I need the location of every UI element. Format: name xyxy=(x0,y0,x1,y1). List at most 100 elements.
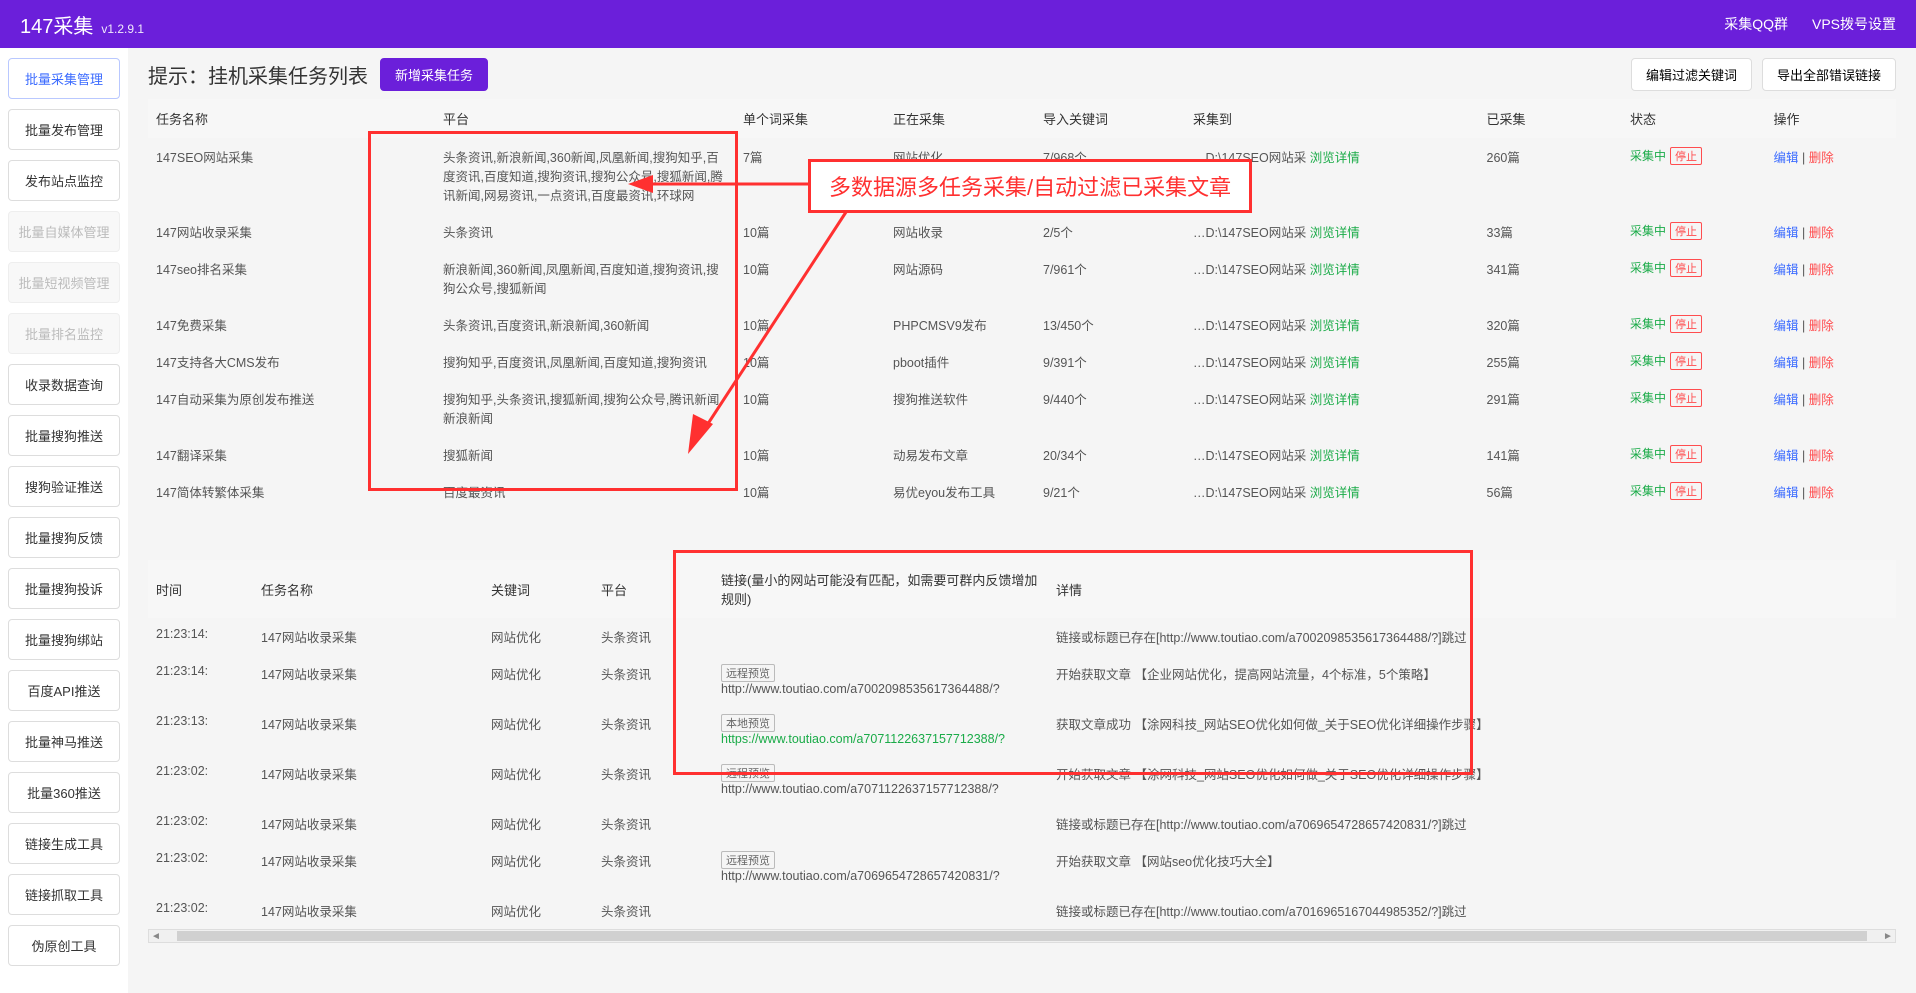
sidebar-item-10[interactable]: 批量搜狗投诉 xyxy=(8,568,120,609)
sidebar-item-6[interactable]: 收录数据查询 xyxy=(8,364,120,405)
header-right: 采集QQ群 VPS拨号设置 xyxy=(1724,14,1896,34)
preview-tag[interactable]: 远程预览 xyxy=(721,764,775,782)
cell-single: 10篇 xyxy=(735,250,885,306)
cell-time: 21:23:02: xyxy=(148,805,253,842)
sidebar-item-15[interactable]: 链接生成工具 xyxy=(8,823,120,864)
edit-link[interactable]: 编辑 xyxy=(1773,393,1798,407)
browse-link[interactable]: 浏览详情 xyxy=(1310,263,1360,277)
col-dest[interactable]: 采集到 xyxy=(1185,99,1479,138)
sidebar-item-9[interactable]: 批量搜狗反馈 xyxy=(8,517,120,558)
col-platform[interactable]: 平台 xyxy=(435,99,735,138)
stop-button[interactable]: 停止 xyxy=(1670,315,1702,333)
delete-link[interactable]: 删除 xyxy=(1809,356,1834,370)
log-url[interactable]: http://www.toutiao.com/a7002098535617364… xyxy=(721,682,1000,696)
cell-time: 21:23:02: xyxy=(148,842,253,892)
browse-link[interactable]: 浏览详情 xyxy=(1310,356,1360,370)
col-collected[interactable]: 已采集 xyxy=(1479,99,1622,138)
stop-button[interactable]: 停止 xyxy=(1670,352,1702,370)
log-col-time[interactable]: 时间 xyxy=(148,560,253,618)
edit-link[interactable]: 编辑 xyxy=(1773,263,1798,277)
sidebar-item-11[interactable]: 批量搜狗绑站 xyxy=(8,619,120,660)
stop-button[interactable]: 停止 xyxy=(1670,222,1702,240)
browse-link[interactable]: 浏览详情 xyxy=(1310,393,1360,407)
cell-keyword: 网站优化 xyxy=(483,755,593,805)
cell-time: 21:23:02: xyxy=(148,755,253,805)
stop-button[interactable]: 停止 xyxy=(1670,147,1702,165)
export-errors-button[interactable]: 导出全部错误链接 xyxy=(1762,58,1896,91)
cell-detail: 链接或标题已存在[http://www.toutiao.com/a7069654… xyxy=(1048,805,1896,842)
sidebar-item-16[interactable]: 链接抓取工具 xyxy=(8,874,120,915)
cell-platform: 搜狗知乎,头条资讯,搜狐新闻,搜狗公众号,腾讯新闻,新浪新闻 xyxy=(435,380,735,436)
col-status[interactable]: 状态 xyxy=(1622,99,1765,138)
edit-link[interactable]: 编辑 xyxy=(1773,486,1798,500)
edit-link[interactable]: 编辑 xyxy=(1773,226,1798,240)
edit-link[interactable]: 编辑 xyxy=(1773,319,1798,333)
log-col-task[interactable]: 任务名称 xyxy=(253,560,483,618)
col-imported[interactable]: 导入关键词 xyxy=(1035,99,1185,138)
log-col-link[interactable]: 链接(量小的网站可能没有匹配，如需要可群内反馈增加规则) xyxy=(713,560,1048,618)
edit-link[interactable]: 编辑 xyxy=(1773,356,1798,370)
browse-link[interactable]: 浏览详情 xyxy=(1310,486,1360,500)
table-row: 147翻译采集搜狐新闻10篇动易发布文章20/34个…D:\147SEO网站采 … xyxy=(148,436,1896,473)
cell-dest: …D:\147SEO网站采 浏览详情 xyxy=(1185,473,1479,510)
preview-tag[interactable]: 本地预览 xyxy=(721,714,775,732)
browse-link[interactable]: 浏览详情 xyxy=(1310,151,1360,165)
log-col-platform[interactable]: 平台 xyxy=(593,560,713,618)
cell-name: 147seo排名采集 xyxy=(148,250,435,306)
col-name[interactable]: 任务名称 xyxy=(148,99,435,138)
cell-detail: 链接或标题已存在[http://www.toutiao.com/a7002098… xyxy=(1048,618,1896,655)
sidebar-item-0[interactable]: 批量采集管理 xyxy=(8,58,120,99)
cell-platform: 头条资讯 xyxy=(593,892,713,929)
delete-link[interactable]: 删除 xyxy=(1809,486,1834,500)
qq-group-link[interactable]: 采集QQ群 xyxy=(1724,14,1788,34)
stop-button[interactable]: 停止 xyxy=(1670,259,1702,277)
cell-platform: 头条资讯 xyxy=(435,213,735,250)
delete-link[interactable]: 删除 xyxy=(1809,319,1834,333)
sidebar-item-12[interactable]: 百度API推送 xyxy=(8,670,120,711)
browse-link[interactable]: 浏览详情 xyxy=(1310,319,1360,333)
sidebar-item-17[interactable]: 伪原创工具 xyxy=(8,925,120,966)
scroll-left-icon[interactable]: ◄ xyxy=(149,929,163,943)
delete-link[interactable]: 删除 xyxy=(1809,449,1834,463)
scroll-right-icon[interactable]: ► xyxy=(1881,929,1895,943)
sidebar-item-1[interactable]: 批量发布管理 xyxy=(8,109,120,150)
sidebar-item-7[interactable]: 批量搜狗推送 xyxy=(8,415,120,456)
horizontal-scrollbar[interactable]: ◄ ► xyxy=(148,929,1896,943)
stop-button[interactable]: 停止 xyxy=(1670,389,1702,407)
edit-filter-button[interactable]: 编辑过滤关键词 xyxy=(1631,58,1752,91)
cell-imported: 13/450个 xyxy=(1035,306,1185,343)
col-action[interactable]: 操作 xyxy=(1765,99,1896,138)
browse-link[interactable]: 浏览详情 xyxy=(1310,226,1360,240)
log-url[interactable]: http://www.toutiao.com/a7071122637157712… xyxy=(721,782,999,796)
sidebar-item-4: 批量短视频管理 xyxy=(8,262,120,303)
preview-tag[interactable]: 远程预览 xyxy=(721,664,775,682)
stop-button[interactable]: 停止 xyxy=(1670,482,1702,500)
cell-collecting: PHPCMSV9发布 xyxy=(885,306,1035,343)
delete-link[interactable]: 删除 xyxy=(1809,263,1834,277)
preview-tag[interactable]: 远程预览 xyxy=(721,851,775,869)
edit-link[interactable]: 编辑 xyxy=(1773,449,1798,463)
new-task-button[interactable]: 新增采集任务 xyxy=(380,58,488,91)
cell-single: 10篇 xyxy=(735,436,885,473)
col-collecting[interactable]: 正在采集 xyxy=(885,99,1035,138)
sidebar-item-2[interactable]: 发布站点监控 xyxy=(8,160,120,201)
browse-link[interactable]: 浏览详情 xyxy=(1310,449,1360,463)
stop-button[interactable]: 停止 xyxy=(1670,445,1702,463)
col-single[interactable]: 单个词采集 xyxy=(735,99,885,138)
sidebar-item-13[interactable]: 批量神马推送 xyxy=(8,721,120,762)
log-col-detail[interactable]: 详情 xyxy=(1048,560,1896,618)
cell-action: 编辑 | 删除 xyxy=(1765,436,1896,473)
delete-link[interactable]: 删除 xyxy=(1809,151,1834,165)
edit-link[interactable]: 编辑 xyxy=(1773,151,1798,165)
cell-single: 10篇 xyxy=(735,343,885,380)
sidebar-item-14[interactable]: 批量360推送 xyxy=(8,772,120,813)
log-url[interactable]: https://www.toutiao.com/a707112263715771… xyxy=(721,732,1005,746)
delete-link[interactable]: 删除 xyxy=(1809,226,1834,240)
vps-settings-link[interactable]: VPS拨号设置 xyxy=(1812,14,1896,34)
cell-platform: 头条资讯,百度资讯,新浪新闻,360新闻 xyxy=(435,306,735,343)
scrollbar-thumb[interactable] xyxy=(177,931,1867,941)
sidebar-item-8[interactable]: 搜狗验证推送 xyxy=(8,466,120,507)
delete-link[interactable]: 删除 xyxy=(1809,393,1834,407)
log-col-keyword[interactable]: 关键词 xyxy=(483,560,593,618)
log-url[interactable]: http://www.toutiao.com/a7069654728657420… xyxy=(721,869,1000,883)
